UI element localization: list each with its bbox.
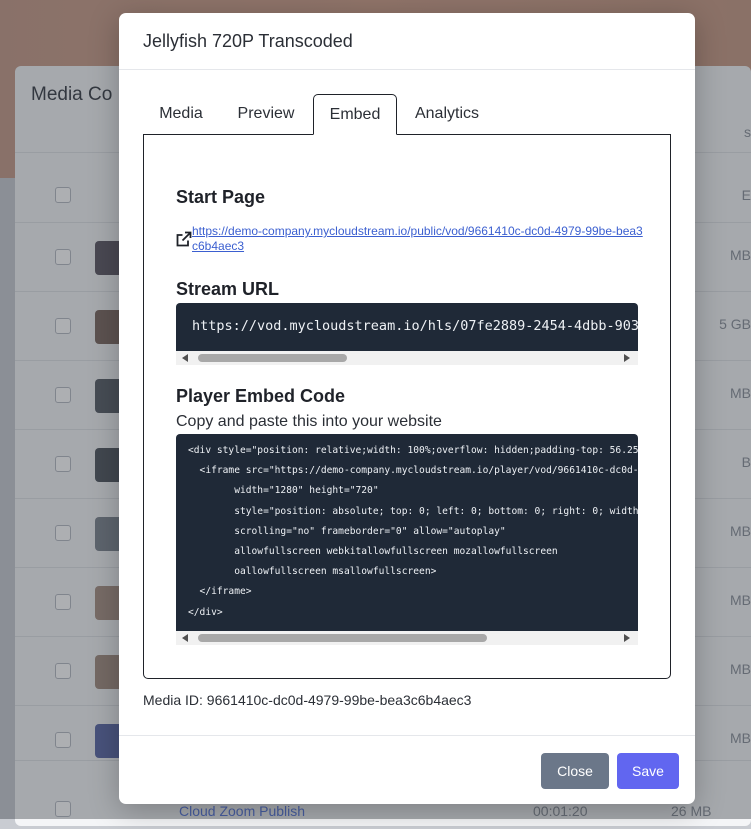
- tab-media[interactable]: Media: [143, 94, 219, 135]
- start-page-heading: Start Page: [176, 187, 266, 207]
- tab-analytics[interactable]: Analytics: [401, 94, 493, 135]
- embed-code-text: <div style="position: relative;width: 10…: [188, 445, 638, 618]
- tab-bar: Media Preview Embed Analytics: [143, 94, 671, 135]
- modal-footer: Close Save: [119, 735, 695, 804]
- embed-hint: Copy and paste this into your website: [176, 413, 442, 430]
- stream-url-text: https://vod.mycloudstream.io/hls/07fe288…: [192, 318, 638, 334]
- media-details-modal: Jellyfish 720P Transcoded Media Preview …: [119, 13, 695, 804]
- stream-url-heading: Stream URL: [176, 279, 280, 299]
- external-link-icon: [176, 231, 192, 247]
- scroll-right-arrow-icon[interactable]: [624, 634, 630, 642]
- stream-url-box[interactable]: https://vod.mycloudstream.io/hls/07fe288…: [176, 303, 638, 351]
- scroll-left-arrow-icon[interactable]: [182, 634, 188, 642]
- scrollbar-thumb[interactable]: [198, 634, 487, 642]
- embed-code-scrollbar[interactable]: [176, 631, 638, 645]
- tab-preview[interactable]: Preview: [223, 94, 309, 135]
- tab-embed[interactable]: Embed: [313, 94, 397, 135]
- scroll-left-arrow-icon[interactable]: [182, 354, 188, 362]
- media-id-text: Media ID: 9661410c-dc0d-4979-99be-bea3c6…: [143, 692, 472, 708]
- save-button[interactable]: Save: [617, 753, 679, 789]
- embed-tab-panel: Start Page https://demo-company.myclouds…: [143, 134, 671, 679]
- start-page-link-row: https://demo-company.mycloudstream.io/pu…: [176, 224, 646, 254]
- close-button[interactable]: Close: [541, 753, 609, 789]
- scroll-right-arrow-icon[interactable]: [624, 354, 630, 362]
- embed-code-box[interactable]: <div style="position: relative;width: 10…: [176, 434, 638, 631]
- modal-title: Jellyfish 720P Transcoded: [143, 31, 353, 51]
- scrollbar-thumb[interactable]: [198, 354, 347, 362]
- stream-url-scrollbar[interactable]: [176, 351, 638, 365]
- start-page-link[interactable]: https://demo-company.mycloudstream.io/pu…: [192, 224, 646, 254]
- modal-header: Jellyfish 720P Transcoded: [119, 13, 695, 70]
- player-embed-heading: Player Embed Code: [176, 386, 346, 406]
